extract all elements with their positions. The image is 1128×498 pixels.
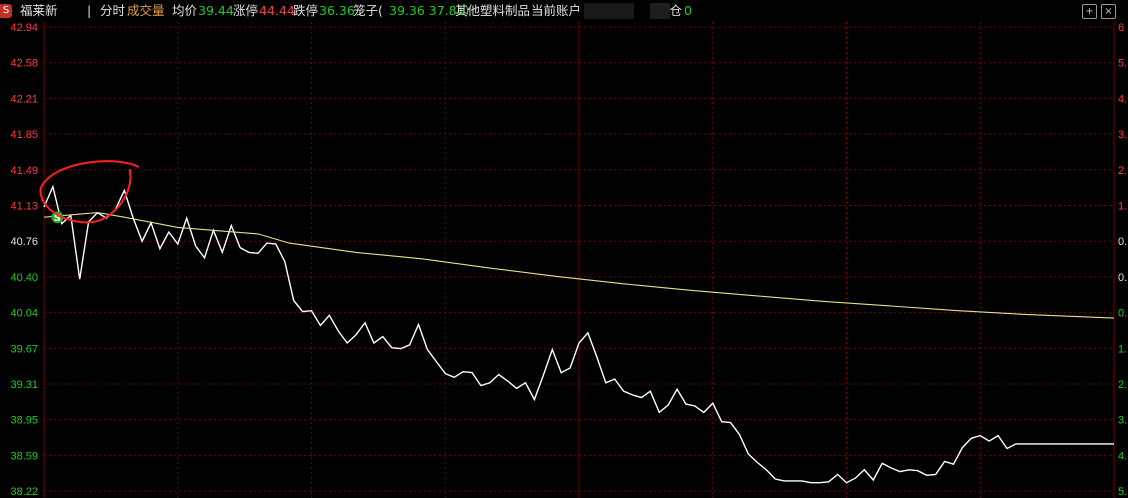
y-tick-label: 42.58 xyxy=(10,58,38,70)
y-tick-label: 39.31 xyxy=(10,379,38,391)
right-tick-label: 2. xyxy=(1118,379,1127,391)
y-tick-label: 41.49 xyxy=(10,165,38,177)
right-tick-label: 4. xyxy=(1118,450,1127,462)
y-tick-label: 38.22 xyxy=(10,486,38,498)
y-tick-label: 42.94 xyxy=(10,22,38,34)
right-tick-label: 1. xyxy=(1118,201,1127,213)
y-tick-label: 42.21 xyxy=(10,93,38,105)
price-axis-labels: 42.94 42.58 42.21 41.85 41.49 41.13 40.76 40.40… xyxy=(10,22,38,498)
right-tick-label: 3. xyxy=(1118,129,1127,141)
y-tick-label: 40.40 xyxy=(10,272,38,284)
chart-grid xyxy=(43,22,1115,498)
y-tick-label: 41.13 xyxy=(10,201,38,213)
right-tick-label: 0. xyxy=(1118,236,1127,248)
percent-axis-labels: 6 5. 4. 3. 2. 1. 0. 0. 0. 1. 2. 3. 4. 5. xyxy=(1118,22,1127,498)
right-tick-label: 5. xyxy=(1118,486,1127,498)
y-tick-label: 38.59 xyxy=(10,450,38,462)
right-tick-label: 3. xyxy=(1118,415,1127,427)
intraday-chart: 42.94 42.58 42.21 41.85 41.49 41.13 40.76 40.40… xyxy=(10,22,1127,498)
y-tick-label: 38.95 xyxy=(10,415,38,427)
y-tick-label: 40.04 xyxy=(10,308,38,320)
right-tick-label: 4. xyxy=(1118,93,1127,105)
right-tick-label: 5. xyxy=(1118,58,1127,70)
right-tick-label: 0. xyxy=(1118,272,1127,284)
right-tick-label: 2. xyxy=(1118,165,1127,177)
right-tick-label: 0. xyxy=(1118,308,1127,320)
right-tick-label: 1. xyxy=(1118,343,1127,355)
y-tick-label: 41.85 xyxy=(10,129,38,141)
right-tick-label: 6 xyxy=(1118,22,1124,34)
y-tick-label: 40.76 xyxy=(10,236,38,248)
y-tick-label: 39.67 xyxy=(10,343,38,355)
